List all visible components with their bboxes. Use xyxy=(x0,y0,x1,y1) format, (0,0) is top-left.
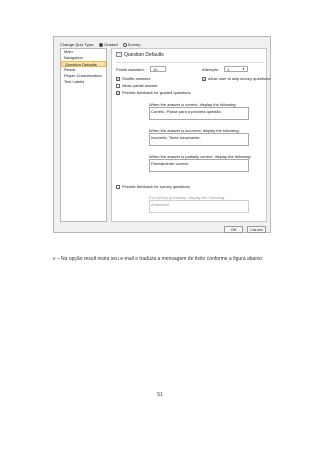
instruction-caption: v – Na opção result insira seu e-mail e … xyxy=(53,256,264,262)
survey-radio[interactable] xyxy=(122,43,127,47)
feedback-survey-option[interactable]: Provide feedback for survey questions xyxy=(116,184,190,189)
survey-label: Survey xyxy=(127,42,141,47)
allow-skip-option[interactable]: Allow user to skip survey questions xyxy=(202,76,270,81)
chevron-down-icon: ▼ xyxy=(242,67,245,71)
panel-title-text: Question Defaults xyxy=(124,52,164,58)
screenshot-dialog: Change Quiz Type: Graded Survey Main Nav… xyxy=(53,36,271,233)
feedback-graded-label: Provide feedback for graded questions xyxy=(122,90,191,95)
graded-label: Graded xyxy=(104,42,118,47)
points-awarded-label: Points awarded: xyxy=(116,67,145,72)
ok-button[interactable]: OK xyxy=(224,226,243,233)
cancel-button[interactable]: Cancel xyxy=(247,226,266,233)
shuffle-answers-checkbox[interactable] xyxy=(116,77,120,81)
graded-radio[interactable] xyxy=(99,43,104,47)
shuffle-answers-label: Shuffle answers xyxy=(122,76,151,81)
change-quiz-type-label: Change Quiz Type: xyxy=(60,42,95,47)
points-awarded-input[interactable]: 10 xyxy=(150,66,166,72)
attempts-select[interactable]: 1 ▼ xyxy=(224,66,248,72)
allow-partial-label: Allow partial answer xyxy=(122,83,158,88)
partial-feedback-field[interactable]: Parcialmente correto. xyxy=(149,159,249,172)
page-number: 51 xyxy=(157,392,163,398)
question-defaults-panel: Question Defaults Points awarded: 10 Att… xyxy=(111,48,270,222)
quiz-type-bar: Change Quiz Type: Graded Survey xyxy=(60,42,140,47)
allow-skip-checkbox[interactable] xyxy=(202,77,206,81)
incorrect-feedback-field[interactable]: Incorreto. Tente novamente. xyxy=(149,133,249,146)
feedback-survey-label: Provide feedback for survey questions xyxy=(122,184,190,189)
allow-partial-option[interactable]: Allow partial answer xyxy=(116,83,158,88)
correct-feedback-field[interactable]: Correto. Passe para a próxima questão. xyxy=(149,107,249,120)
allow-partial-checkbox[interactable] xyxy=(116,84,120,88)
attempts-value: 1 xyxy=(227,67,230,72)
allow-skip-label: Allow user to skip survey questions xyxy=(208,76,271,81)
feedback-graded-checkbox[interactable] xyxy=(116,91,120,95)
question-defaults-icon xyxy=(116,52,122,57)
settings-sidebar: Main Navigation Question Defaults Result… xyxy=(60,48,107,222)
divider xyxy=(116,62,264,63)
attempts-label: Attempts: xyxy=(202,67,219,72)
shuffle-answers-option[interactable]: Shuffle answers xyxy=(116,76,150,81)
feedback-graded-option[interactable]: Provide feedback for graded questions xyxy=(116,90,191,95)
sidebar-item-text-labels[interactable]: Text Labels xyxy=(61,79,106,85)
feedback-survey-checkbox[interactable] xyxy=(116,185,120,189)
panel-title: Question Defaults xyxy=(116,52,164,58)
survey-feedback-field[interactable]: Answered xyxy=(149,200,249,213)
